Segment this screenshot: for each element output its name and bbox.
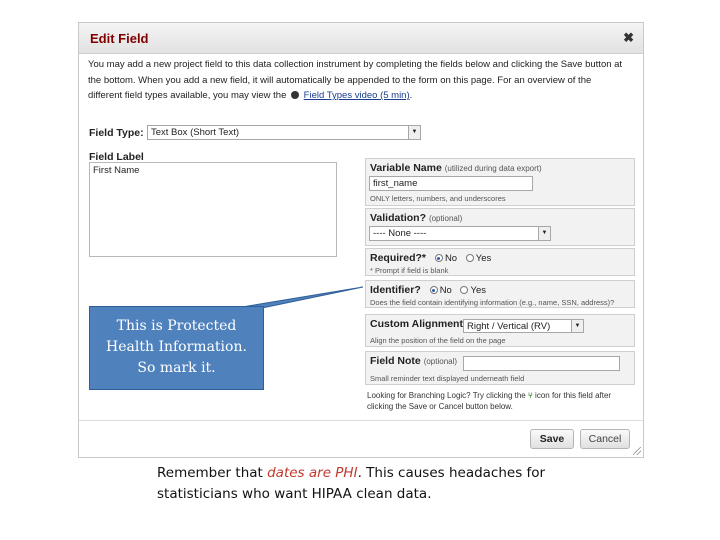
slide-caption: Remember that dates are PHI. This causes… [157,463,577,505]
callout-pointer-arrow [235,286,364,309]
caption-part-1: Remember that [157,465,268,481]
phi-callout: This is Protected Health Information. So… [89,306,264,390]
caption-emphasis: dates are PHI [267,465,358,481]
callout-line-3: So mark it. [137,360,216,376]
callout-line-2: Health Information. [106,339,247,355]
callout-pointer [235,286,364,309]
callout-line-1: This is Protected [116,318,237,334]
